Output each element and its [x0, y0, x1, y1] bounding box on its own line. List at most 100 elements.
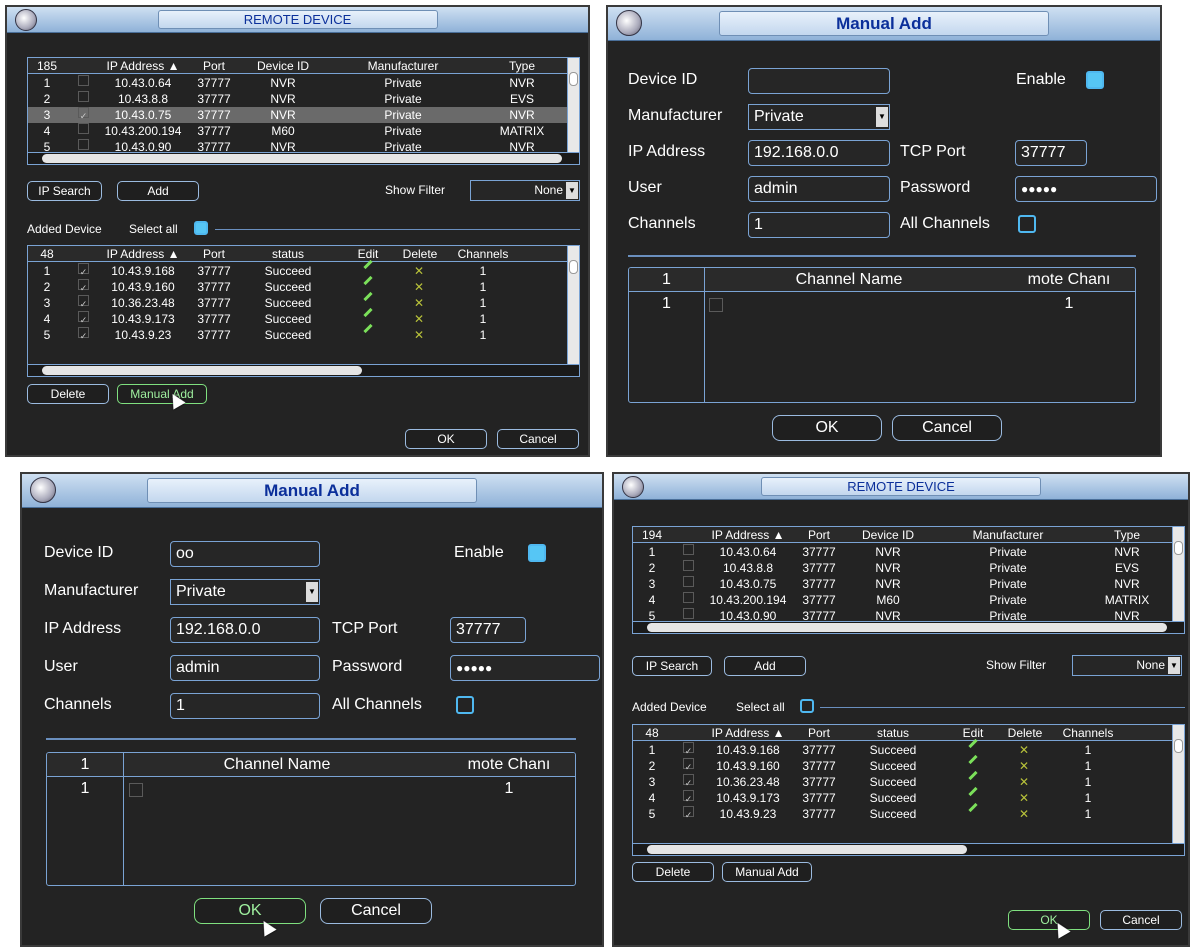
delete-icon[interactable]: ✕ — [414, 279, 424, 295]
channel-checkbox[interactable] — [129, 783, 143, 797]
row-checkbox[interactable]: ✓ — [78, 279, 89, 293]
delete-icon[interactable]: ✕ — [414, 327, 424, 343]
manufacturer-select[interactable]: Private ▼ — [170, 579, 320, 605]
delete-icon[interactable]: ✕ — [1019, 790, 1029, 806]
header-port[interactable]: Port — [793, 725, 845, 741]
row-checkbox[interactable] — [78, 75, 89, 86]
device-id-field[interactable]: oo — [170, 541, 320, 567]
scroll-thumb[interactable] — [647, 623, 1167, 632]
ok-button[interactable]: OK — [405, 429, 487, 449]
manual-add-button[interactable]: Manual Add — [117, 384, 207, 404]
table-row[interactable]: 2 10.43.8.8 37777 NVR Private EVS — [633, 560, 1184, 576]
delete-icon[interactable]: ✕ — [414, 295, 424, 311]
ip-address-field[interactable]: 192.168.0.0 — [748, 140, 890, 166]
row-checkbox[interactable]: ✓ — [78, 295, 89, 309]
scroll-thumb[interactable] — [647, 845, 967, 854]
password-field[interactable]: ●●●●● — [450, 655, 600, 681]
manual-add-button[interactable]: Manual Add — [722, 862, 812, 882]
select-all-checkbox[interactable] — [194, 221, 208, 235]
ok-button[interactable]: OK — [1008, 910, 1090, 930]
scroll-thumb[interactable] — [569, 260, 578, 274]
delete-icon[interactable]: ✕ — [1019, 774, 1029, 790]
header-ch[interactable]: Channels — [448, 246, 518, 262]
header-ip[interactable]: IP Address ▲ — [703, 725, 793, 741]
horizontal-scrollbar[interactable] — [28, 364, 579, 376]
scroll-thumb[interactable] — [1174, 739, 1183, 753]
scroll-thumb[interactable] — [569, 72, 578, 86]
header-ip[interactable]: IP Address ▲ — [98, 246, 188, 262]
delete-icon[interactable]: ✕ — [414, 263, 424, 279]
row-checkbox[interactable] — [683, 544, 694, 555]
user-field[interactable]: admin — [748, 176, 890, 202]
password-field[interactable]: ●●●●● — [1015, 176, 1157, 202]
add-button[interactable]: Add — [117, 181, 199, 201]
channels-field[interactable]: 1 — [748, 212, 890, 238]
header-del[interactable]: Delete — [394, 246, 446, 262]
row-checkbox[interactable] — [683, 576, 694, 587]
table-row[interactable]: 3 ✓ 10.36.23.48 37777 Succeed ✕ 1 — [28, 291, 579, 311]
enable-checkbox[interactable] — [1086, 71, 1104, 89]
ok-button[interactable]: OK — [772, 415, 882, 441]
show-filter-select[interactable]: None ▼ — [1072, 655, 1182, 676]
delete-button[interactable]: Delete — [632, 862, 714, 882]
cancel-button[interactable]: Cancel — [892, 415, 1002, 441]
table-row[interactable]: 3 10.43.0.75 37777 NVR Private NVR — [633, 576, 1184, 592]
vertical-scrollbar[interactable] — [1172, 527, 1184, 622]
table-row[interactable]: 1 ✓ 10.43.9.168 37777 Succeed ✕ 1 — [633, 738, 1184, 758]
table-row[interactable]: 4 ✓ 10.43.9.173 37777 Succeed ✕ 1 — [28, 307, 579, 327]
delete-icon[interactable]: ✕ — [414, 311, 424, 327]
ip-search-button[interactable]: IP Search — [632, 656, 712, 676]
header-mfr[interactable]: Manufacturer — [943, 527, 1073, 543]
select-all-checkbox[interactable] — [800, 699, 814, 713]
device-id-field[interactable] — [748, 68, 890, 94]
header-ip[interactable]: IP Address ▲ — [98, 58, 188, 74]
cancel-button[interactable]: Cancel — [320, 898, 432, 924]
ip-address-field[interactable]: 192.168.0.0 — [170, 617, 320, 643]
delete-button[interactable]: Delete — [27, 384, 109, 404]
header-type[interactable]: Type — [492, 58, 552, 74]
row-checkbox[interactable]: ✓ — [683, 790, 694, 804]
channel-row[interactable]: 1 1 — [629, 294, 1135, 314]
tcp-port-field[interactable]: 37777 — [450, 617, 526, 643]
vertical-scrollbar[interactable] — [567, 246, 579, 365]
table-row[interactable]: 4 10.43.200.194 37777 M60 Private MATRIX — [633, 592, 1184, 608]
row-checkbox[interactable]: ✓ — [78, 107, 89, 121]
table-row[interactable]: 3 ✓ 10.36.23.48 37777 Succeed ✕ 1 — [633, 770, 1184, 790]
row-checkbox[interactable]: ✓ — [78, 327, 89, 341]
user-field[interactable]: admin — [170, 655, 320, 681]
row-checkbox[interactable]: ✓ — [683, 758, 694, 772]
table-row[interactable]: 4 ✓ 10.43.9.173 37777 Succeed ✕ 1 — [633, 786, 1184, 806]
header-devid[interactable]: Device ID — [849, 527, 927, 543]
scroll-thumb[interactable] — [42, 154, 562, 163]
header-status[interactable]: status — [853, 725, 933, 741]
table-row[interactable]: 1 10.43.0.64 37777 NVR Private NVR — [28, 75, 579, 91]
table-row[interactable]: 3 ✓ 10.43.0.75 37777 NVR Private NVR — [28, 107, 579, 123]
table-row[interactable]: 2 ✓ 10.43.9.160 37777 Succeed ✕ 1 — [633, 754, 1184, 774]
row-checkbox[interactable]: ✓ — [78, 263, 89, 277]
header-status[interactable]: status — [248, 246, 328, 262]
scroll-thumb[interactable] — [42, 366, 362, 375]
horizontal-scrollbar[interactable] — [633, 621, 1184, 633]
row-checkbox[interactable] — [683, 592, 694, 603]
table-row[interactable]: 5 ✓ 10.43.9.23 37777 Succeed ✕ 1 — [633, 802, 1184, 822]
table-row[interactable]: 1 10.43.0.64 37777 NVR Private NVR — [633, 544, 1184, 560]
header-port[interactable]: Port — [793, 527, 845, 543]
horizontal-scrollbar[interactable] — [633, 843, 1184, 855]
table-row[interactable]: 1 ✓ 10.43.9.168 37777 Succeed ✕ 1 — [28, 259, 579, 279]
ok-button[interactable]: OK — [194, 898, 306, 924]
delete-icon[interactable]: ✕ — [1019, 758, 1029, 774]
delete-icon[interactable]: ✕ — [1019, 806, 1029, 822]
header-ip[interactable]: IP Address ▲ — [703, 527, 793, 543]
header-edit[interactable]: Edit — [953, 725, 993, 741]
channel-row[interactable]: 1 1 — [47, 779, 575, 799]
row-checkbox[interactable]: ✓ — [683, 742, 694, 756]
row-checkbox[interactable] — [78, 123, 89, 134]
header-ch[interactable]: Channels — [1053, 725, 1123, 741]
row-checkbox[interactable] — [683, 560, 694, 571]
vertical-scrollbar[interactable] — [1172, 725, 1184, 844]
delete-icon[interactable]: ✕ — [1019, 742, 1029, 758]
table-row[interactable]: 5 ✓ 10.43.9.23 37777 Succeed ✕ 1 — [28, 323, 579, 343]
row-checkbox[interactable]: ✓ — [683, 774, 694, 788]
header-devid[interactable]: Device ID — [244, 58, 322, 74]
table-row[interactable]: 4 10.43.200.194 37777 M60 Private MATRIX — [28, 123, 579, 139]
